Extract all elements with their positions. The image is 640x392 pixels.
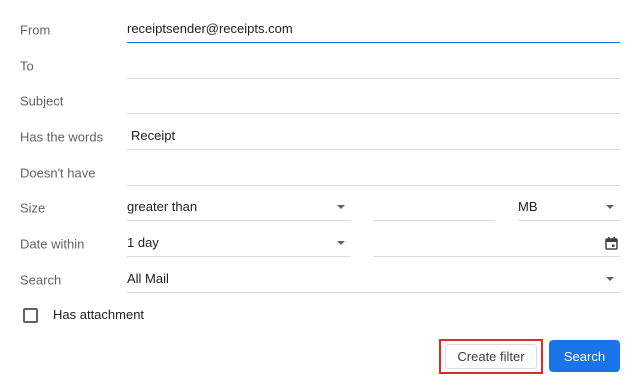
size-row: Size greater than MB xyxy=(0,190,640,226)
search-scope-select[interactable]: All Mail xyxy=(127,264,620,293)
has-words-row: Has the words Receipt xyxy=(0,119,640,155)
size-value-input[interactable] xyxy=(373,192,495,221)
chevron-down-icon xyxy=(337,205,345,209)
chevron-down-icon xyxy=(606,277,614,281)
calendar-icon[interactable] xyxy=(605,237,618,250)
subject-label: Subject xyxy=(20,93,64,109)
search-button[interactable]: Search xyxy=(549,340,620,372)
chevron-down-icon xyxy=(606,205,614,209)
size-comparator-select[interactable]: greater than xyxy=(127,192,351,221)
date-range-select[interactable]: 1 day xyxy=(127,228,351,257)
search-scope-value: All Mail xyxy=(127,271,169,286)
search-scope-row: Search All Mail xyxy=(0,262,640,298)
subject-row: Subject xyxy=(0,83,640,119)
to-row: To xyxy=(0,48,640,84)
size-unit-value: MB xyxy=(518,199,538,214)
date-input[interactable] xyxy=(373,228,620,257)
has-words-label: Has the words xyxy=(20,129,104,145)
doesnt-have-label: Doesn't have xyxy=(20,165,96,181)
create-filter-label: Create filter xyxy=(457,349,525,364)
date-within-row: Date within 1 day xyxy=(0,226,640,262)
size-label: Size xyxy=(20,200,46,216)
date-within-label: Date within xyxy=(20,236,85,252)
search-scope-label: Search xyxy=(20,272,62,288)
size-comparator-value: greater than xyxy=(127,199,198,214)
create-filter-button[interactable]: Create filter xyxy=(439,339,543,374)
chevron-down-icon xyxy=(337,241,345,245)
has-words-value: Receipt xyxy=(131,128,176,143)
has-attachment-checkbox[interactable] xyxy=(23,308,38,323)
from-label: From xyxy=(20,22,51,38)
from-row: From receiptsender@receipts.com xyxy=(0,12,640,48)
to-label: To xyxy=(20,58,34,74)
doesnt-have-row: Doesn't have xyxy=(0,155,640,191)
has-attachment-label: Has attachment xyxy=(53,307,145,322)
has-words-input[interactable]: Receipt xyxy=(127,121,620,150)
doesnt-have-input[interactable] xyxy=(127,157,620,186)
date-range-value: 1 day xyxy=(127,235,159,250)
from-value: receiptsender@receipts.com xyxy=(127,21,293,36)
subject-input[interactable] xyxy=(127,85,620,114)
to-input[interactable] xyxy=(127,50,620,79)
search-button-label: Search xyxy=(563,348,606,364)
from-input[interactable]: receiptsender@receipts.com xyxy=(127,14,620,43)
size-unit-select[interactable]: MB xyxy=(518,192,620,221)
